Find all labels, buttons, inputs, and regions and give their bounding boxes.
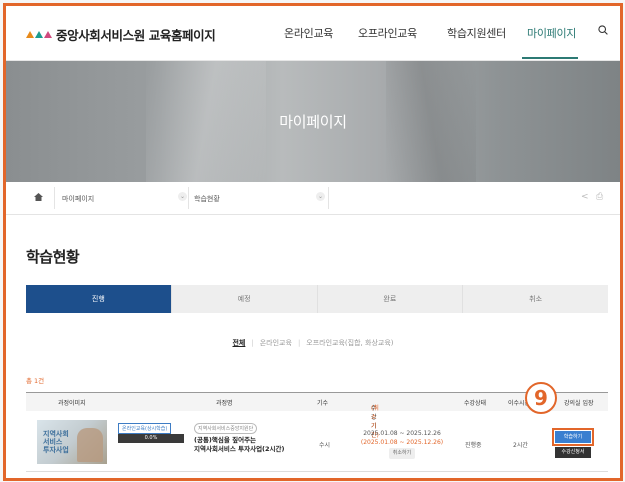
search-icon[interactable] (598, 25, 608, 35)
col-enter-classroom: 강의실 입장 (564, 400, 594, 407)
cancel-period-value: (2025.01.08 ~ 2025.12.26) (360, 439, 444, 446)
course-title-line2: 지역사회서비스 투자사업(2시간) (194, 445, 285, 453)
period-value: 2025.01.08 ~ 2025.12.26 (363, 430, 441, 437)
result-count: 총 1건 (26, 377, 45, 385)
hours-value: 2시간 (513, 442, 528, 449)
course-title[interactable]: (공통)핵심을 짚어주는 지역사회서비스 투자사업(2시간) (194, 436, 284, 454)
org-badge: 지역사회서비스중앙지원단 (194, 423, 258, 434)
home-icon[interactable] (34, 193, 43, 201)
nav-offline-education[interactable]: 오프라인교육 (358, 25, 417, 41)
table-header: 과정이미지 과정명 기수 수강기간 (취소기간) 수강상태 이수시간 강의실 입장 (26, 392, 608, 439)
tab-cancelled[interactable]: 취소 (463, 285, 608, 313)
step-callout: 9 (525, 382, 557, 414)
print-icon[interactable]: ⎙ (596, 192, 603, 202)
tab-scheduled[interactable]: 예정 (171, 285, 318, 313)
filter-online[interactable]: 온라인교육 (260, 339, 292, 347)
nav-mypage[interactable]: 마이페이지 (527, 25, 576, 41)
nav-online-education[interactable]: 온라인교육 (284, 25, 333, 41)
breadcrumb: 마이페이지 ⌄ 학습현황 ⌄ < ⎙ (6, 182, 620, 215)
share-icon[interactable]: < (581, 192, 589, 202)
status-tabs: 진행 예정 완료 취소 (26, 285, 608, 313)
category-badge: 온라인교육(상시학습) (118, 423, 172, 434)
type-filters: 전체 | 온라인교육 | 오프라인교육(집합, 화상교육) (232, 339, 394, 347)
site-logo[interactable]: 중앙사회서비스원 교육홈페이지 (26, 25, 216, 44)
col-round: 기수 (317, 400, 329, 407)
col-course-name: 과정명 (216, 400, 233, 407)
logo-text: 중앙사회서비스원 교육홈페이지 (56, 28, 216, 43)
period-cell: 2025.01.08 ~ 2025.12.26 (2025.01.08 ~ 20… (346, 429, 458, 459)
filter-offline[interactable]: 오프라인교육(집합, 화상교육) (306, 339, 393, 347)
page-title: 학습현황 (26, 248, 80, 266)
course-thumbnail[interactable]: 지역사회 서비스 투자사업 (37, 420, 107, 464)
chevron-down-icon[interactable]: ⌄ (316, 192, 325, 201)
nav-learning-support[interactable]: 학습지원센터 (447, 25, 506, 41)
site-header: 중앙사회서비스원 교육홈페이지 온라인교육 오프라인교육 학습지원센터 마이페이… (6, 6, 620, 61)
study-button[interactable]: 학습하기 (552, 428, 594, 446)
banner-title: 마이페이지 (279, 113, 347, 131)
round-value: 수시 (319, 442, 331, 449)
col-status: 수강상태 (464, 400, 487, 407)
progress-bar: 0.0% (118, 434, 184, 443)
logo-icon (26, 31, 52, 38)
chevron-down-icon[interactable]: ⌄ (178, 192, 187, 201)
page-frame: 중앙사회서비스원 교육홈페이지 온라인교육 오프라인교육 학습지원센터 마이페이… (3, 3, 623, 481)
cancel-button[interactable]: 취소하기 (388, 448, 416, 459)
col-course-image: 과정이미지 (58, 400, 86, 407)
breadcrumb-learning-status[interactable]: 학습현황 (194, 194, 220, 204)
course-title-line1: (공통)핵심을 짚어주는 (194, 436, 257, 444)
thumbnail-title: 지역사회 서비스 투자사업 (43, 430, 69, 454)
application-form-button[interactable]: 수강신청서 (555, 447, 591, 458)
table-row: 지역사회 서비스 투자사업 온라인교육(상시학습) 지역사회서비스중앙지원단 0… (26, 411, 608, 472)
tab-in-progress[interactable]: 진행 (26, 285, 172, 313)
page-banner: 마이페이지 (6, 61, 620, 182)
status-value: 진행중 (465, 442, 482, 449)
tab-completed[interactable]: 완료 (317, 285, 464, 313)
nav-active-underline (522, 57, 578, 59)
breadcrumb-mypage[interactable]: 마이페이지 (62, 194, 94, 204)
filter-all[interactable]: 전체 (232, 339, 245, 347)
